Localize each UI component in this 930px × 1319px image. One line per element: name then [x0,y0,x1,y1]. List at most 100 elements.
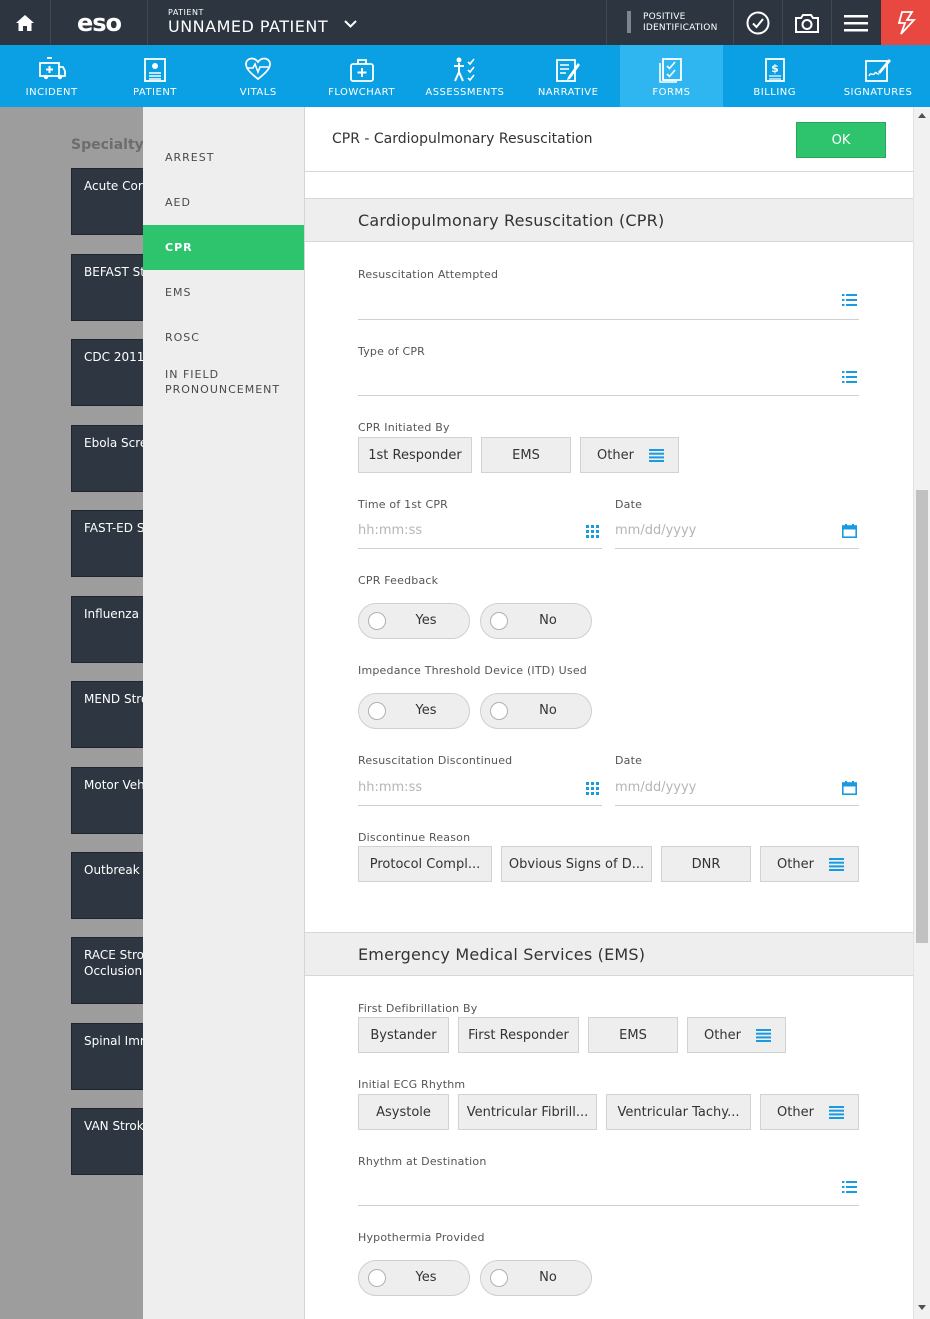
nav-narrative[interactable]: NARRATIVE [516,45,619,107]
discontinue-reason-label: Discontinue Reason [358,831,471,844]
cpr-initiated-by-label: CPR Initiated By [358,421,450,434]
nav-label: INCIDENT [25,87,78,98]
initial-ecg-rhythm-label: Initial ECG Rhythm [358,1078,466,1091]
status-indicator [627,11,631,33]
lightning-icon [897,10,916,35]
header-divider [305,171,913,172]
keypad-icon[interactable] [586,525,599,538]
option-other[interactable]: Other [580,437,679,473]
menu-item-arrest[interactable]: ARREST [143,135,304,180]
option-ems[interactable]: EMS [481,437,571,473]
radio-label: Yes [415,613,437,628]
list-icon[interactable] [842,293,857,307]
radio-label: Yes [415,703,437,718]
nav-incident[interactable]: INCIDENT [0,45,103,107]
scroll-up-arrow-icon[interactable] [918,113,926,118]
option-obvious-signs-of-death[interactable]: Obvious Signs of D... [501,846,652,882]
option-protocol-complete[interactable]: Protocol Compl... [358,846,492,882]
eso-logo[interactable]: eso [50,0,148,45]
radio-label: No [539,1270,557,1285]
ok-button[interactable]: OK [796,122,886,158]
section-title: Emergency Medical Services (EMS) [358,945,646,964]
calendar-icon[interactable] [842,524,857,538]
logo-text: eso [76,8,122,37]
radio-label: Yes [415,1270,437,1285]
form-scrollbar[interactable] [913,107,930,1319]
nav-flowchart[interactable]: FLOWCHART [310,45,413,107]
scrollbar-thumb[interactable] [916,490,928,943]
itd-no-radio[interactable]: No [480,693,592,729]
option-other[interactable]: Other [760,1094,859,1130]
section-title: Cardiopulmonary Resuscitation (CPR) [358,211,665,230]
menu-item-cpr[interactable]: CPR [143,225,304,270]
hypothermia-yes-radio[interactable]: Yes [358,1260,470,1296]
quick-actions-button[interactable] [881,0,930,45]
cpr-feedback-yes-radio[interactable]: Yes [358,603,470,639]
menu-item-aed[interactable]: AED [143,180,304,225]
type-of-cpr-label: Type of CPR [358,345,426,358]
cpr-feedback-label: CPR Feedback [358,574,439,587]
menu-item-in-field-pronouncement[interactable]: IN FIELD PRONOUNCEMENT [143,361,304,406]
camera-icon [795,13,819,33]
resuscitation-discontinued-label: Resuscitation Discontinued [358,754,513,767]
calendar-icon[interactable] [842,781,857,795]
option-other[interactable]: Other [687,1017,786,1053]
keypad-icon[interactable] [586,782,599,795]
patient-name: UNNAMED PATIENT [168,17,329,36]
positive-identification-label: POSITIVE IDENTIFICATION [643,12,718,34]
cpr-feedback-no-radio[interactable]: No [480,603,592,639]
nav-forms[interactable]: FORMS [619,45,724,107]
positive-id-line1: POSITIVE [643,12,686,22]
section-header-ems: Emergency Medical Services (EMS) [305,932,913,976]
nav-assessments[interactable]: ASSESSMENTS [413,45,516,107]
list-icon[interactable] [842,370,857,384]
heartbeat-icon [245,57,272,81]
hamburger-menu-icon [844,14,868,31]
nav-label: ASSESSMENTS [425,87,505,98]
option-dnr[interactable]: DNR [661,846,751,882]
option-1st-responder[interactable]: 1st Responder [358,437,472,473]
option-bystander[interactable]: Bystander [358,1017,449,1053]
option-label: Other [777,1104,814,1120]
svg-text:$: $ [771,62,779,75]
date-label: Date [615,498,643,511]
camera-button[interactable] [782,0,831,45]
hypothermia-no-radio[interactable]: No [480,1260,592,1296]
resuscitation-attempted-field[interactable] [358,284,859,320]
option-other[interactable]: Other [760,846,859,882]
patient-selector[interactable]: PATIENT UNNAMED PATIENT [168,8,357,37]
chevron-down-icon [344,20,357,28]
patient-card-icon [144,58,166,82]
main-nav: INCIDENT PATIENT VITALS FLOWCHART ASSESS… [0,45,930,107]
nav-billing[interactable]: $ BILLING [723,45,826,107]
nav-label: FLOWCHART [328,87,395,98]
option-ventricular-tachycardia[interactable]: Ventricular Tachy... [606,1094,751,1130]
lines-icon [829,1106,844,1119]
option-ventricular-fibrillation[interactable]: Ventricular Fibrill... [458,1094,597,1130]
nav-vitals[interactable]: VITALS [207,45,310,107]
medkit-icon [349,59,374,82]
option-asystole[interactable]: Asystole [358,1094,449,1130]
itd-yes-radio[interactable]: Yes [358,693,470,729]
type-of-cpr-field[interactable] [358,360,859,396]
lines-icon [756,1029,771,1042]
menu-item-ems[interactable]: EMS [143,270,304,315]
home-button[interactable] [0,0,50,45]
time-placeholder: hh:mm:ss [358,523,423,538]
positive-id-line2: IDENTIFICATION [643,23,718,33]
rhythm-at-destination-field[interactable] [358,1170,859,1206]
menu-item-rosc[interactable]: ROSC [143,315,304,360]
list-icon[interactable] [842,1180,857,1194]
body-checklist-icon [453,57,475,82]
scroll-down-arrow-icon[interactable] [918,1305,926,1310]
check-circle-icon [746,11,770,34]
option-first-responder[interactable]: First Responder [458,1017,579,1053]
menu-button[interactable] [831,0,880,45]
patient-label: PATIENT [168,8,204,17]
nav-patient[interactable]: PATIENT [103,45,206,107]
forms-checklist-icon [659,58,683,83]
validate-button[interactable] [733,0,782,45]
nav-signatures[interactable]: SIGNATURES [826,45,929,107]
positive-identification-button[interactable]: POSITIVE IDENTIFICATION [606,0,733,45]
option-ems[interactable]: EMS [588,1017,678,1053]
